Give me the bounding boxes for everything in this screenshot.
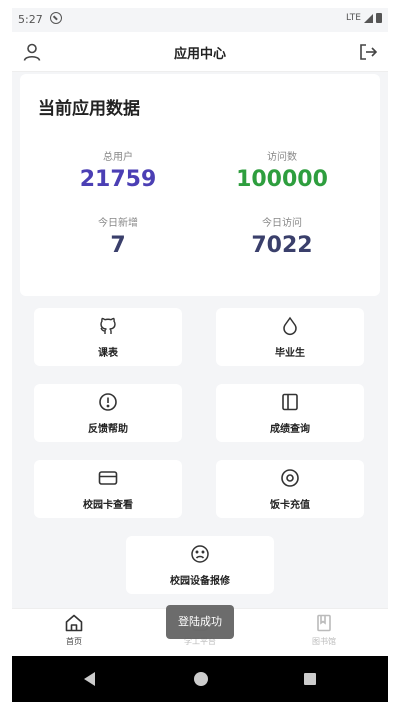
droplet-icon [283, 316, 297, 335]
nav-item-home[interactable]: 首页 [24, 613, 124, 647]
logout-icon[interactable] [358, 42, 378, 62]
status-indicators: LTE [346, 13, 382, 23]
battery-icon [376, 13, 382, 23]
toast-message: 登陆成功 [166, 605, 234, 639]
stat-value: 7 [110, 233, 126, 258]
tile-label: 反馈帮助 [88, 424, 128, 435]
stat-value: 100000 [236, 167, 328, 192]
tile-label: 成绩查询 [270, 424, 310, 435]
stat-label: 今日访问 [262, 218, 302, 229]
stat-label: 总用户 [103, 152, 133, 163]
stat-value: 7022 [251, 233, 313, 258]
phone-screen: 5:27 LTE 应用中心 当前应用数据 总用户 21759 访问数 10000… [12, 8, 388, 702]
tile-schedule[interactable]: 课表 [34, 308, 182, 366]
github-icon [100, 317, 116, 334]
tile-label: 饭卡充值 [270, 500, 310, 511]
tile-equipment-repair[interactable]: 校园设备报修 [126, 536, 274, 594]
status-time: 5:27 [18, 13, 43, 26]
tile-label: 校园设备报修 [170, 576, 230, 587]
stat-total-users: 总用户 21759 [38, 148, 198, 192]
nav-item-library[interactable]: 图书馆 [274, 613, 374, 647]
alert-circle-icon [99, 393, 117, 411]
recent-apps-icon[interactable] [304, 673, 316, 685]
stat-visits: 访问数 100000 [202, 148, 362, 192]
sad-face-icon [191, 545, 209, 563]
nav-label: 首页 [66, 637, 82, 646]
back-icon[interactable] [84, 672, 95, 686]
page-title: 应用中心 [173, 47, 226, 62]
library-icon [317, 614, 331, 632]
stat-label: 访问数 [267, 152, 297, 163]
stat-label: 今日新增 [98, 218, 138, 229]
system-nav-bar [12, 656, 388, 702]
stats-title: 当前应用数据 [38, 99, 140, 119]
tile-meal-card-topup[interactable]: 饭卡充值 [216, 460, 364, 518]
stat-new-today: 今日新增 7 [38, 214, 198, 258]
signal-icon [364, 13, 373, 23]
app-header: 应用中心 [12, 32, 388, 72]
stats-card: 当前应用数据 总用户 21759 访问数 100000 今日新增 7 今日访问 … [20, 74, 380, 296]
tile-label: 校园卡查看 [83, 500, 133, 511]
status-bar: 5:27 LTE [12, 8, 388, 32]
dnd-icon [50, 12, 62, 24]
card-icon [98, 471, 118, 485]
tile-grades[interactable]: 成绩查询 [216, 384, 364, 442]
home-icon [65, 614, 83, 632]
target-icon [281, 469, 299, 487]
nav-label: 图书馆 [312, 637, 336, 646]
tile-feedback[interactable]: 反馈帮助 [34, 384, 182, 442]
book-icon [282, 393, 298, 411]
tile-campus-card[interactable]: 校园卡查看 [34, 460, 182, 518]
tile-label: 毕业生 [275, 348, 305, 359]
network-label: LTE [346, 13, 361, 23]
stat-visits-today: 今日访问 7022 [202, 214, 362, 258]
stat-value: 21759 [79, 167, 157, 192]
tile-graduates[interactable]: 毕业生 [216, 308, 364, 366]
tile-label: 课表 [98, 348, 118, 359]
home-button-icon[interactable] [194, 672, 208, 686]
